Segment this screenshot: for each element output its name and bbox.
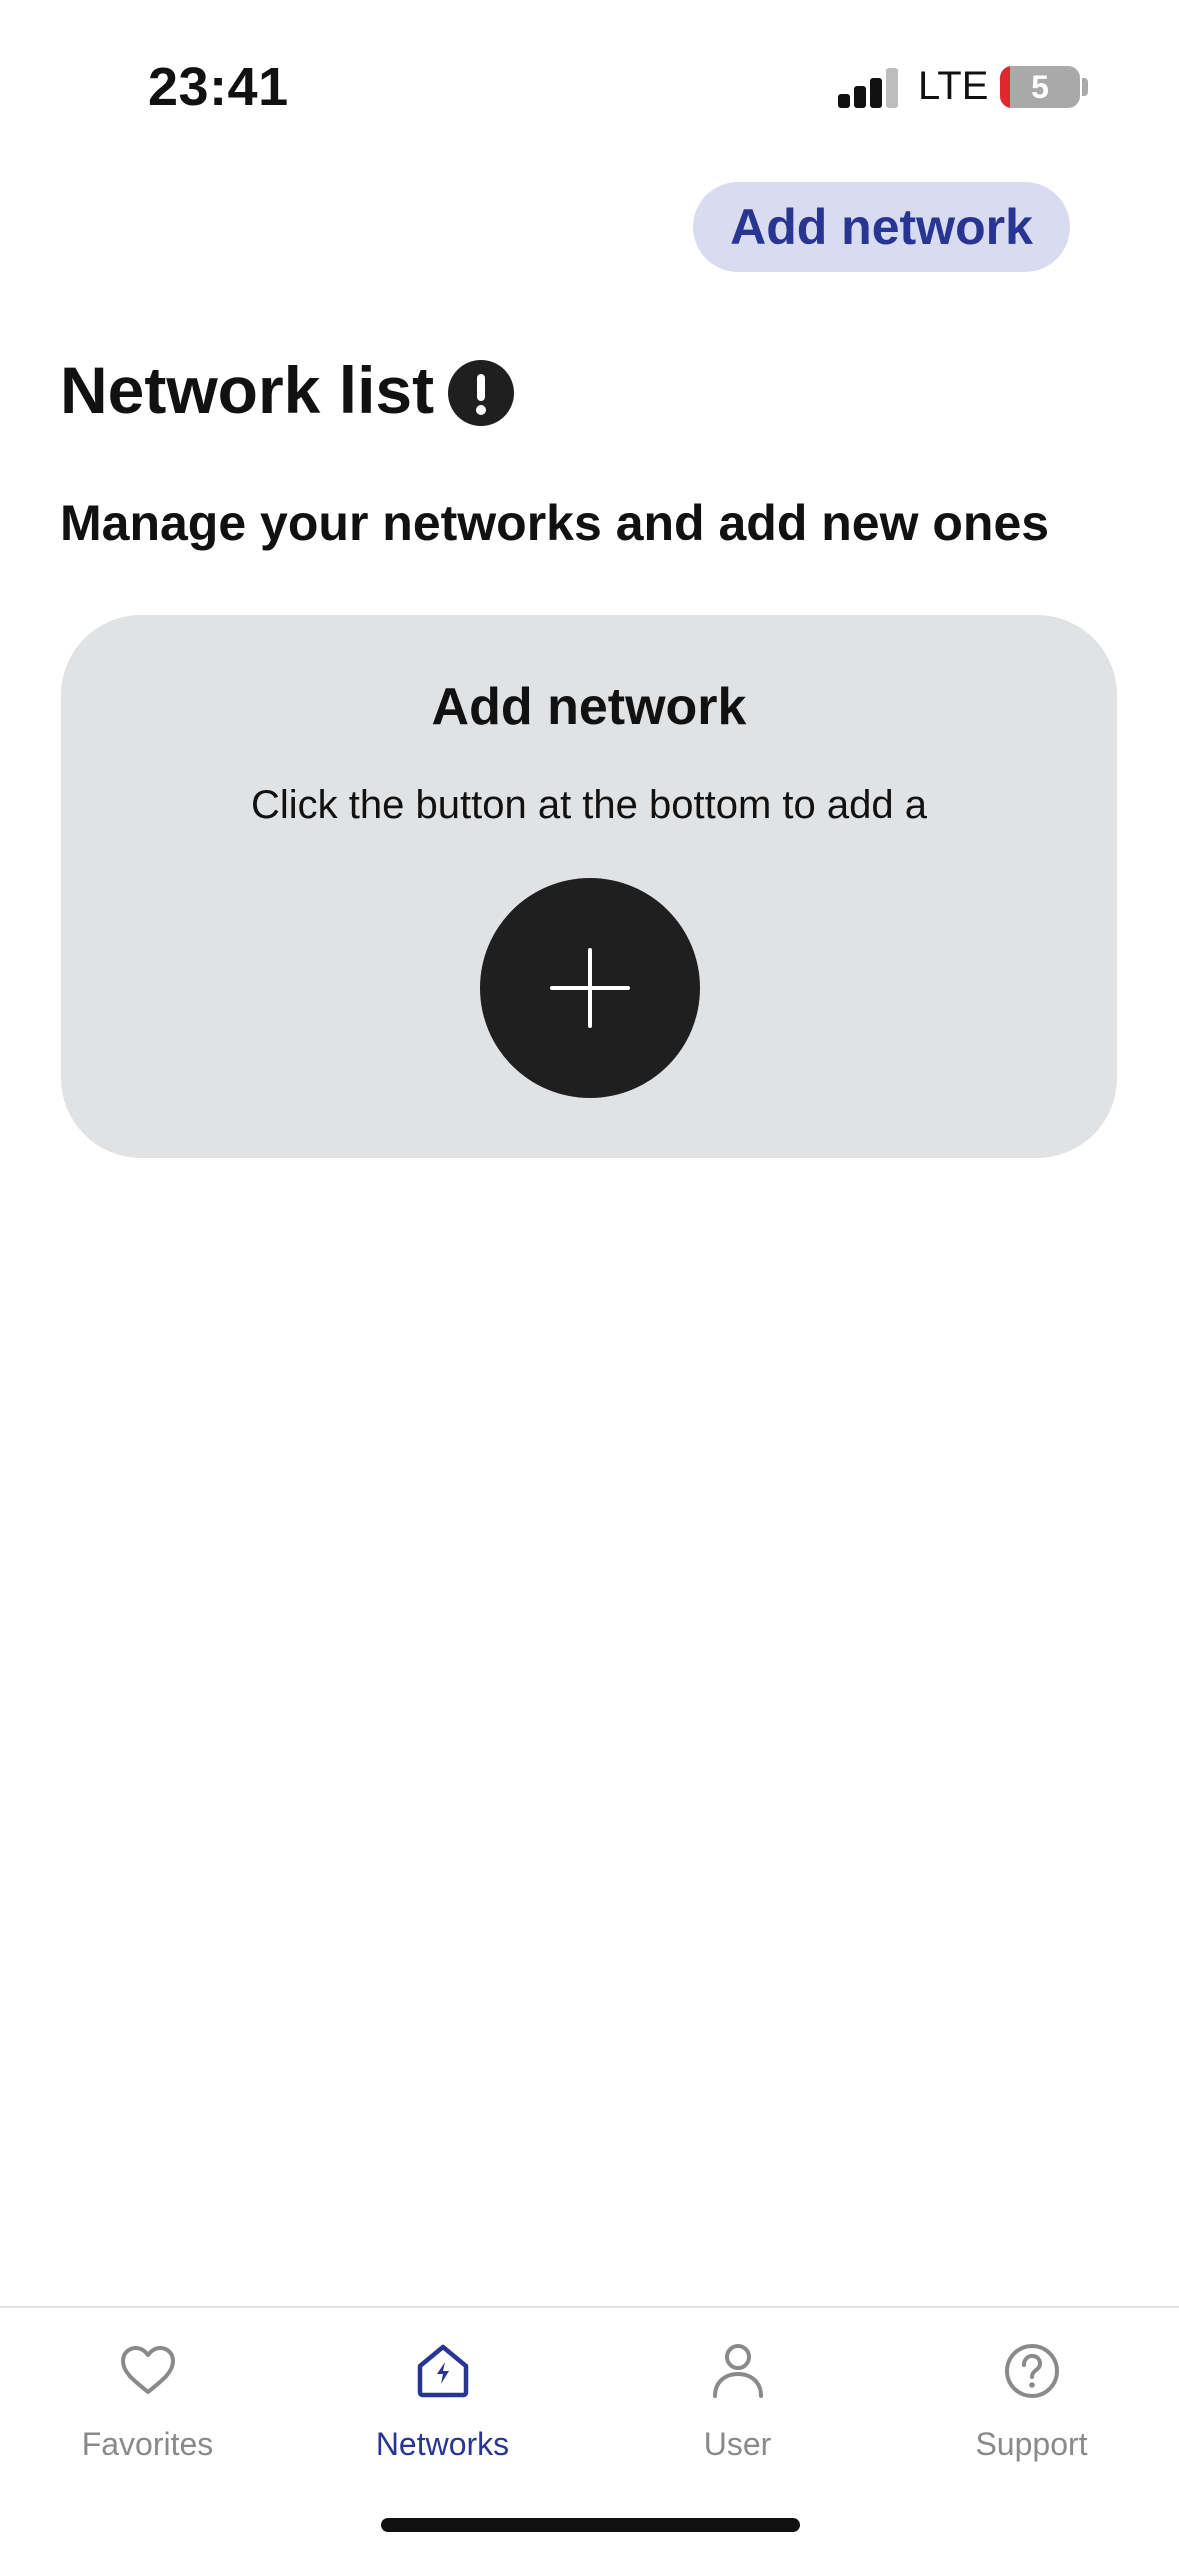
tab-favorites-label: Favorites	[81, 2426, 214, 2462]
add-network-button[interactable]: Add network	[693, 182, 1070, 272]
battery-icon: 5	[1000, 66, 1080, 108]
tab-support[interactable]: Support	[884, 2338, 1179, 2488]
status-bar: 23:41 LTE 5	[0, 0, 1179, 160]
signal-icon	[838, 68, 900, 108]
tab-networks-label: Networks	[375, 2426, 510, 2462]
page-title: Network list	[60, 353, 435, 427]
network-type: LTE	[918, 64, 989, 108]
alert-icon[interactable]	[448, 360, 514, 426]
tab-favorites[interactable]: Favorites	[0, 2338, 295, 2488]
tab-user-label: User	[703, 2426, 772, 2462]
home-bolt-icon	[417, 2344, 468, 2398]
battery-cap	[1082, 78, 1088, 96]
screen: 23:41 LTE 5 Add network Network list Man…	[0, 0, 1179, 2556]
card-text: Click the button at the bottom to add a	[251, 783, 927, 827]
plus-icon	[550, 948, 630, 1028]
tab-user[interactable]: User	[590, 2338, 885, 2488]
card-title: Add network	[431, 678, 747, 736]
heart-icon	[120, 2346, 175, 2394]
home-indicator[interactable]	[381, 2518, 800, 2532]
question-icon	[1004, 2344, 1059, 2398]
add-network-plus-button[interactable]	[480, 878, 700, 1098]
page-subtitle: Manage your networks and add new ones	[60, 495, 1050, 551]
add-network-card: Add network Click the button at the bott…	[61, 615, 1117, 1158]
status-time: 23:41	[148, 57, 289, 117]
battery-level: 5	[1031, 69, 1049, 105]
user-icon	[712, 2344, 763, 2398]
tab-networks[interactable]: Networks	[295, 2338, 590, 2488]
tab-support-label: Support	[975, 2426, 1088, 2462]
